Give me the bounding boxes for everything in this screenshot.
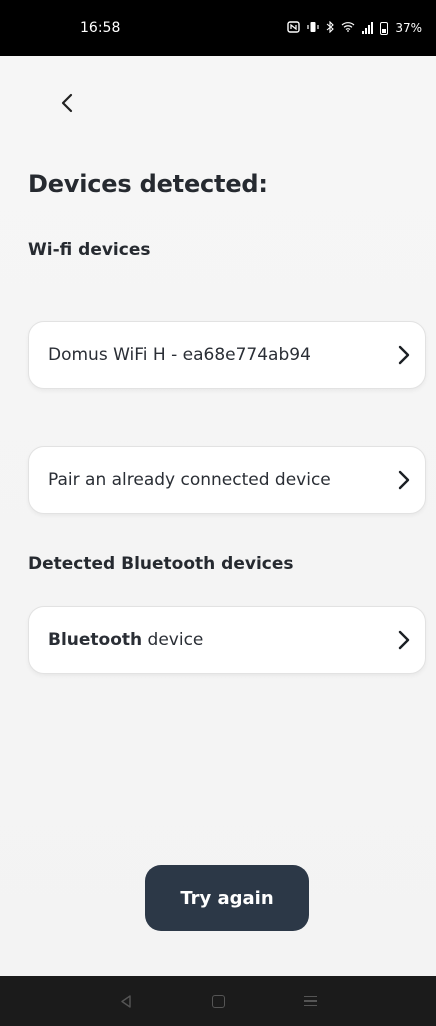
bluetooth-device-label-bold: Bluetooth bbox=[48, 630, 143, 650]
signal-icon bbox=[362, 22, 374, 34]
battery-percent: 37% bbox=[395, 21, 422, 35]
bluetooth-device-label: Bluetooth device bbox=[48, 630, 203, 650]
wifi-section-title: Wi-fi devices bbox=[28, 240, 151, 260]
nav-recents-button[interactable] bbox=[290, 981, 330, 1021]
square-home-icon bbox=[211, 994, 225, 1008]
bluetooth-section-title: Detected Bluetooth devices bbox=[28, 554, 294, 574]
status-time: 16:58 bbox=[80, 20, 121, 36]
bluetooth-icon bbox=[326, 20, 335, 36]
wifi-device-label: Domus WiFi H - ea68e774ab94 bbox=[48, 345, 311, 365]
page-title: Devices detected: bbox=[28, 170, 268, 198]
pair-existing-label: Pair an already connected device bbox=[48, 470, 331, 490]
nav-back-button[interactable] bbox=[106, 981, 146, 1021]
try-again-button[interactable]: Try again bbox=[145, 865, 309, 931]
recents-menu-icon bbox=[303, 995, 317, 1007]
bluetooth-device-card[interactable]: Bluetooth device bbox=[28, 606, 426, 674]
battery-icon bbox=[380, 21, 389, 35]
devices-screen: Devices detected: Wi-fi devices Domus Wi… bbox=[0, 56, 436, 976]
wifi-device-card[interactable]: Domus WiFi H - ea68e774ab94 bbox=[28, 321, 426, 389]
vibrate-icon bbox=[307, 21, 319, 36]
pair-existing-device-card[interactable]: Pair an already connected device bbox=[28, 446, 426, 514]
chevron-right-icon bbox=[398, 470, 410, 490]
nav-home-button[interactable] bbox=[198, 981, 238, 1021]
chevron-right-icon bbox=[398, 345, 410, 365]
chevron-left-icon bbox=[61, 93, 73, 113]
wifi-icon bbox=[341, 21, 355, 35]
back-button[interactable] bbox=[52, 88, 82, 118]
bluetooth-device-label-rest: device bbox=[142, 630, 204, 650]
status-bar: 16:58 37% bbox=[0, 0, 436, 56]
chevron-right-icon bbox=[398, 630, 410, 650]
nfc-icon bbox=[287, 20, 301, 36]
system-nav-bar bbox=[0, 976, 436, 1026]
triangle-back-icon bbox=[121, 994, 131, 1008]
status-icons: 37% bbox=[287, 20, 422, 36]
